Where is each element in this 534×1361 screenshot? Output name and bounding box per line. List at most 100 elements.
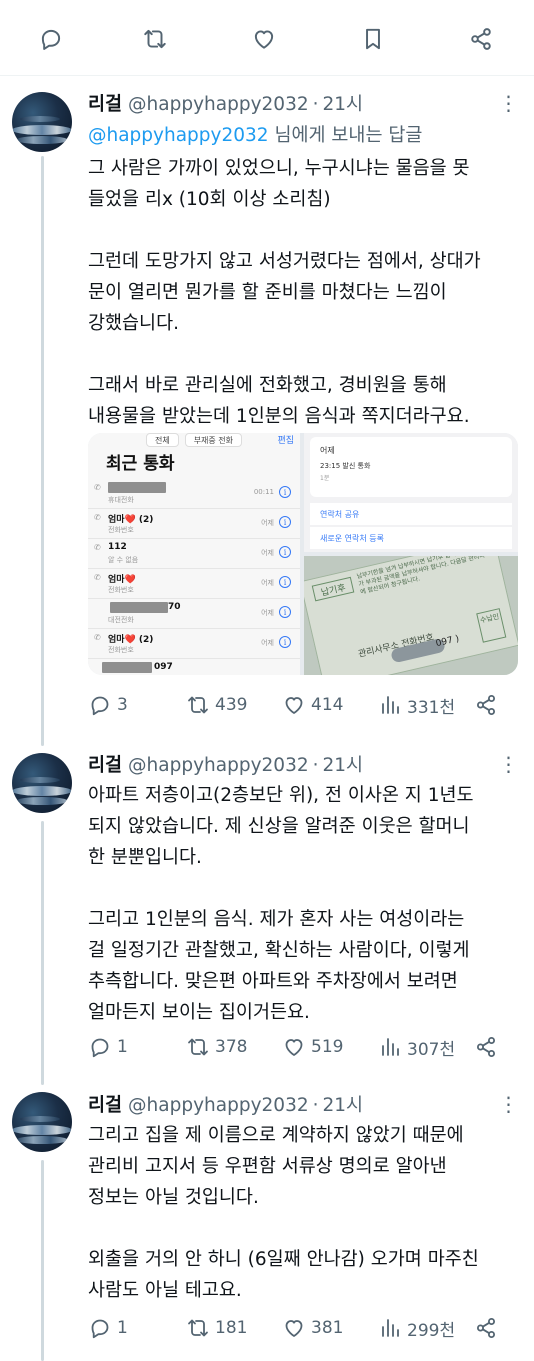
office-phone-suffix: 097 ) [434,634,461,650]
reply-button[interactable]: 3 [88,691,128,719]
timestamp[interactable]: 21시 [323,90,364,116]
views-button[interactable]: 299천 [378,1314,455,1342]
views-icon [382,696,399,714]
more-options-icon[interactable]: ⋮ [498,751,519,777]
phone-icon: ✆ [94,543,101,552]
replying-to-handle[interactable]: @happyhappy2032 [88,125,269,146]
share-icon[interactable] [464,22,498,56]
retweet-count: 181 [215,1318,248,1338]
calls-title: 최근 통화 [106,454,175,474]
call-row: ✆ 휴대전화 00:11 i [88,479,300,509]
avatar[interactable] [12,1092,72,1152]
text-line: 그리고 1인분의 음식. 제가 혼자 사는 여성이라는 [88,909,465,930]
retweet-icon[interactable] [138,22,172,56]
engagement-bar: 1 181 381 299천 [88,1314,508,1342]
display-name[interactable]: 리걸 [88,751,122,777]
call-duration: 1분 [320,475,330,482]
more-options-icon[interactable]: ⋮ [498,1091,519,1117]
user-handle[interactable]: @happyhappy2032 [128,1095,309,1116]
like-button[interactable]: 381 [282,1314,343,1342]
more-options-icon[interactable]: ⋮ [498,90,519,116]
like-icon [285,1320,303,1337]
text-line: 관리비 고지서 등 우편함 서류상 명의로 알아낸 [88,1156,447,1177]
call-contact: 엄마❤️ [108,575,136,585]
views-button[interactable]: 331천 [378,691,455,719]
avatar[interactable] [12,92,72,152]
call-row: 097 [88,659,300,675]
view-count: 307천 [407,1039,456,1060]
timestamp[interactable]: 21시 [323,1091,364,1117]
tab-all: 전체 [145,433,179,447]
call-row: ✆ 엄마❤️ 전화번호 어제 i [88,569,300,599]
text-line: 사람도 아닐 테고요. [88,1280,242,1301]
tweet-action-bar [0,0,534,76]
reply-button[interactable]: 1 [88,1033,128,1061]
call-time: 어제 [261,639,274,647]
number-suffix: 70 [168,602,181,612]
text-line: 강했습니다. [88,313,179,334]
avatar[interactable] [12,753,72,813]
calls-edit: 편집 [277,436,294,446]
share-button[interactable] [474,1033,503,1061]
retweet-button[interactable]: 181 [186,1314,247,1342]
tweet-text: 아파트 저층이고(2층보단 위), 전 이사온 지 1년도 되지 않았습니다. … [88,780,524,1028]
views-button[interactable]: 307천 [378,1033,455,1061]
bookmark-icon[interactable] [356,22,390,56]
text-line: 내용물을 받았는데 1인분의 음식과 쪽지더라구요. [88,406,470,427]
text-line: 추측합니다. 맞은편 아파트와 주차장에서 보려면 [88,971,458,992]
like-button[interactable]: 414 [282,691,343,719]
like-icon[interactable] [247,22,281,56]
like-count: 414 [311,695,344,715]
call-contact: 112 [108,542,127,552]
display-name[interactable]: 리걸 [88,90,122,116]
timestamp[interactable]: 21시 [323,751,364,777]
reply-button[interactable]: 1 [88,1314,128,1342]
engagement-bar: 3 439 414 331천 [88,691,508,719]
views-icon [382,1038,399,1056]
separator: · [312,755,319,776]
call-detail-screenshot[interactable]: 어제 23:15 발신 통화 1분 연락처 공유 새로운 연락처 등록 [304,433,518,552]
tweet-header: 리걸 @happyhappy2032 · 21시 [88,1091,363,1117]
reply-icon [91,696,109,716]
like-icon [285,697,303,714]
text-line: 그런데 도망가지 않고 서성거렸다는 점에서, 상대가 [88,251,481,272]
display-name[interactable]: 리걸 [88,1091,122,1117]
thread-line [41,156,44,746]
text-line: 문이 열리면 뭔가를 할 준비를 마쳤다는 느낌이 [88,282,447,303]
user-handle[interactable]: @happyhappy2032 [128,755,309,776]
reply-count: 1 [117,1037,128,1057]
recent-calls-screenshot[interactable]: 전체 부재중 전화 편집 최근 통화 ✆ 휴대전화 00:11 i ✆ 엄마❤️… [88,433,300,675]
share-icon [477,1037,495,1057]
call-detail-card: 어제 23:15 발신 통화 1분 [310,437,512,497]
text-line: 외출을 거의 안 하니 (6일째 안나감) 오가며 마주친 [88,1249,479,1270]
paper-notice: 납부기한을 넘겨 납부하시면 납기후 금액을 연체료가 부과된 금액을 납부하셔… [356,556,486,596]
user-handle[interactable]: @happyhappy2032 [128,94,309,115]
redacted-number [102,662,152,673]
note-photo[interactable]: 납기후 납부기한을 넘겨 납부하시면 납기후 금액을 연체료가 부과된 금액을 … [304,556,518,675]
new-contact-link: 새로운 연락처 등록 [310,527,512,549]
retweet-icon [188,1319,208,1337]
retweet-button[interactable]: 378 [186,1033,247,1061]
share-button[interactable] [474,691,503,719]
like-button[interactable]: 519 [282,1033,343,1061]
share-button[interactable] [474,1314,503,1342]
call-type: 휴대전화 [108,496,134,504]
info-icon: i [279,576,291,588]
like-icon [285,1039,303,1056]
call-time: 어제 [261,519,274,527]
text-line: 아파트 저층이고(2층보단 위), 전 이사온 지 1년도 [88,785,474,806]
text-line: 그 사람은 가까이 있었으니, 누구시냐는 물음을 못 [88,158,470,179]
media-grid[interactable]: 전체 부재중 전화 편집 최근 통화 ✆ 휴대전화 00:11 i ✆ 엄마❤️… [88,433,518,675]
like-count: 519 [311,1037,344,1057]
separator: · [312,1095,319,1116]
tab-missed: 부재중 전화 [184,433,243,447]
call-row: ✆ 112 알 수 없음 어제 i [88,539,300,569]
tweet-text: 그 사람은 가까이 있었으니, 누구시냐는 물음을 못 들었을 리x (10회 … [88,153,524,432]
text-line: 그래서 바로 관리실에 전화했고, 경비원을 통해 [88,375,447,396]
redacted-number [108,482,166,493]
reply-icon[interactable] [34,22,68,56]
call-log-line: 23:15 발신 통화 [320,462,371,470]
retweet-button[interactable]: 439 [186,691,247,719]
info-icon: i [279,486,291,498]
call-type: 대전전화 [108,616,134,624]
